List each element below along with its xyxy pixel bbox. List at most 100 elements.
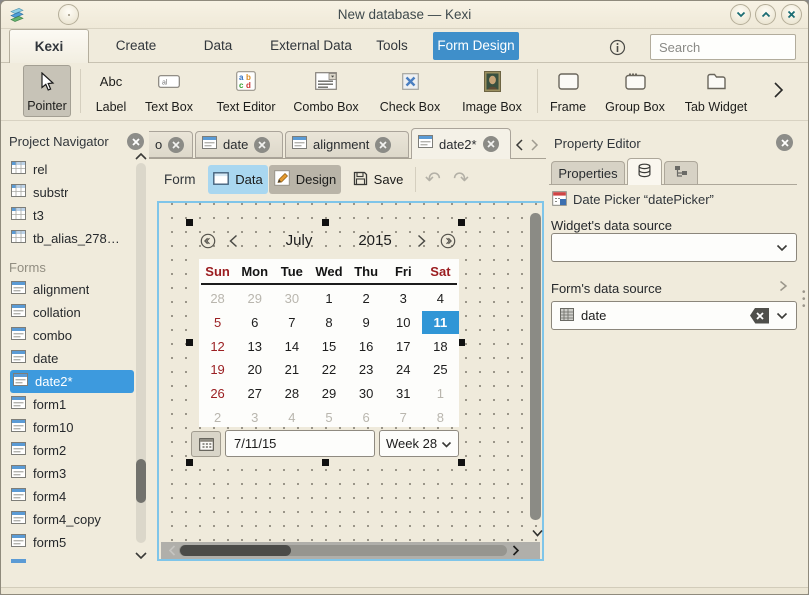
selection-handle[interactable]	[186, 339, 193, 346]
selection-handle[interactable]	[322, 219, 329, 226]
menu-create[interactable]: Create	[101, 29, 171, 63]
tab-scroll-left-icon[interactable]	[514, 138, 525, 157]
toolbar-expand-icon[interactable]	[771, 81, 785, 104]
doc-tab-date2-active[interactable]: date2*	[411, 128, 511, 159]
tab-close-icon[interactable]	[483, 136, 499, 152]
menu-data[interactable]: Data	[186, 29, 250, 63]
calendar-day[interactable]: 3	[236, 405, 273, 429]
calendar-day[interactable]: 28	[273, 382, 310, 406]
menu-tools[interactable]: Tools	[365, 29, 419, 63]
calendar-day[interactable]: 2	[348, 287, 385, 311]
tool-text-editor[interactable]: abcd Text Editor	[207, 65, 285, 117]
calendar-day[interactable]: 10	[385, 311, 422, 335]
date-field[interactable]	[225, 430, 375, 457]
form-item[interactable]: form5	[1, 531, 135, 554]
project-navigator-close-icon[interactable]	[127, 133, 144, 150]
data-view-button[interactable]: Data	[208, 165, 268, 194]
calendar-day[interactable]: 7	[273, 311, 310, 335]
calendar-day[interactable]: 30	[273, 287, 310, 311]
doc-tab-combo-truncated[interactable]: o	[149, 131, 193, 158]
selection-handle[interactable]	[186, 219, 193, 226]
splitter-handle[interactable]: •••	[802, 289, 806, 310]
calendar-day[interactable]: 12	[199, 334, 236, 358]
calendar-day[interactable]: 28	[199, 287, 236, 311]
tab-data-source[interactable]	[627, 158, 662, 185]
menu-form-design[interactable]: Form Design	[433, 32, 519, 60]
tool-pointer[interactable]: Pointer	[23, 65, 71, 117]
undo-icon[interactable]: ↶	[425, 168, 441, 191]
search-input[interactable]	[650, 34, 796, 60]
calendar-day[interactable]: 5	[199, 311, 236, 335]
calendar-day[interactable]: 13	[236, 334, 273, 358]
table-item[interactable]: rel	[1, 158, 135, 181]
calendar-day[interactable]: 21	[273, 358, 310, 382]
tool-group-box[interactable]: Group Box	[597, 65, 673, 117]
maximize-button[interactable]	[755, 4, 776, 25]
sidebar-scroll-down-icon[interactable]	[134, 547, 148, 565]
calendar-day[interactable]: 1	[422, 382, 459, 406]
calendar-month-label[interactable]: July	[271, 232, 327, 249]
redo-icon[interactable]: ↷	[453, 168, 469, 191]
canvas-scroll-right-icon[interactable]	[511, 544, 521, 562]
calendar-day[interactable]: 6	[236, 311, 273, 335]
tab-close-icon[interactable]	[168, 137, 184, 153]
table-item[interactable]: substr	[1, 181, 135, 204]
clear-field-icon[interactable]	[750, 308, 769, 324]
calendar-day[interactable]: 6	[348, 405, 385, 429]
week-selector[interactable]: Week 28	[379, 430, 459, 457]
calendar-day[interactable]: 5	[310, 405, 347, 429]
calendar-day[interactable]: 17	[385, 334, 422, 358]
selection-handle[interactable]	[186, 459, 193, 466]
table-item[interactable]: tb_alias_278…	[1, 227, 135, 250]
sidebar-scrollbar-thumb[interactable]	[136, 459, 146, 503]
previous-year-icon[interactable]	[200, 233, 216, 249]
tool-label[interactable]: Abc Label	[89, 65, 133, 117]
calendar-day[interactable]: 29	[236, 287, 273, 311]
calendar-day[interactable]: 19	[199, 358, 236, 382]
tab-properties[interactable]: Properties	[551, 161, 625, 184]
calendar-day[interactable]: 16	[348, 334, 385, 358]
save-button[interactable]: Save	[347, 165, 409, 194]
tool-check-box[interactable]: Check Box	[369, 65, 451, 117]
calendar-day[interactable]: 2	[199, 405, 236, 429]
form-item[interactable]: form2	[1, 439, 135, 462]
form-item[interactable]: combo	[1, 324, 135, 347]
selection-handle[interactable]	[458, 459, 465, 466]
form-item[interactable]: form3	[1, 462, 135, 485]
canvas-scroll-down-icon[interactable]	[531, 525, 544, 543]
calendar-day[interactable]: 29	[310, 382, 347, 406]
calendar-day[interactable]: 22	[310, 358, 347, 382]
tool-tab-widget[interactable]: Tab Widget	[679, 65, 753, 117]
form-data-source-combo[interactable]: date	[551, 301, 797, 330]
calendar-day[interactable]: 30	[348, 382, 385, 406]
calendar-day[interactable]: 8	[310, 311, 347, 335]
tool-text-box[interactable]: al Text Box	[139, 65, 199, 117]
calendar-day[interactable]: 11	[422, 311, 459, 335]
calendar-day[interactable]: 9	[348, 311, 385, 335]
form-item[interactable]: form1	[1, 393, 135, 416]
next-year-icon[interactable]	[440, 233, 456, 249]
calendar-day[interactable]: 7	[385, 405, 422, 429]
property-editor-close-icon[interactable]	[776, 134, 793, 151]
doc-tab-alignment[interactable]: alignment	[285, 131, 409, 158]
calendar-day[interactable]: 24	[385, 358, 422, 382]
selection-handle[interactable]	[458, 219, 465, 226]
previous-month-icon[interactable]	[227, 233, 240, 254]
doc-tab-date[interactable]: date	[195, 131, 283, 158]
canvas-scroll-left-icon[interactable]	[167, 544, 177, 562]
tab-close-icon[interactable]	[375, 137, 391, 153]
form-item[interactable]: form4_copy	[1, 508, 135, 531]
design-view-button[interactable]: Design	[269, 165, 341, 194]
calendar-day[interactable]: 4	[422, 287, 459, 311]
widget-data-source-combo[interactable]	[551, 233, 797, 262]
tab-widget-tree[interactable]	[664, 161, 698, 184]
tab-close-icon[interactable]	[254, 137, 270, 153]
calendar-day[interactable]: 4	[273, 405, 310, 429]
canvas-vscrollbar-thumb[interactable]	[530, 213, 541, 520]
calendar-day[interactable]: 23	[348, 358, 385, 382]
calendar-day[interactable]: 20	[236, 358, 273, 382]
form-item[interactable]: form4	[1, 485, 135, 508]
calendar-day[interactable]: 1	[310, 287, 347, 311]
next-month-icon[interactable]	[415, 233, 428, 254]
selection-handle[interactable]	[322, 459, 329, 466]
